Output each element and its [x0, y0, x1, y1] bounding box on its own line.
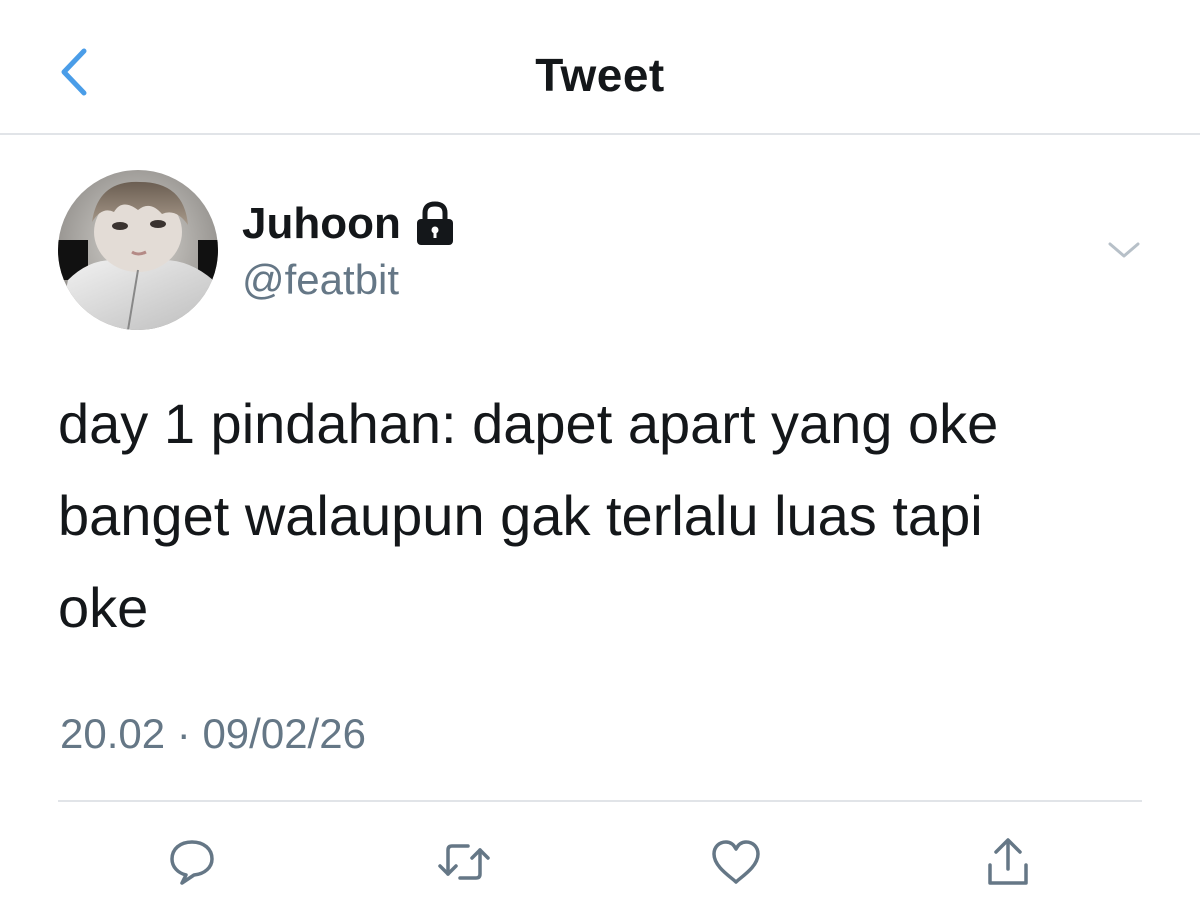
divider [58, 800, 1142, 802]
page-title: Tweet [535, 49, 665, 101]
author-name-row: Juhoon [242, 196, 457, 252]
share-button[interactable] [976, 830, 1040, 894]
tweet-timestamp: 20.02 · 09/02/26 [60, 710, 366, 758]
meta-separator: · [176, 710, 191, 757]
reply-button[interactable] [160, 830, 224, 894]
tweet-text: day 1 pindahan: dapet apart yang oke ban… [58, 392, 999, 639]
author-handle[interactable]: @featbit [242, 256, 399, 304]
tweet-detail-screen: Tweet Juhoon @featbit day 1 pindahan: da… [0, 0, 1200, 923]
lock-icon [413, 200, 457, 248]
profile-photo [58, 170, 218, 330]
retweet-icon [438, 844, 490, 880]
tweet-menu-button[interactable] [1100, 226, 1148, 274]
like-button[interactable] [704, 830, 768, 894]
chevron-down-icon [1108, 242, 1140, 258]
action-bar [0, 830, 1200, 900]
share-icon [988, 838, 1028, 885]
navigation-header: Tweet [0, 0, 1200, 135]
like-icon [712, 840, 760, 884]
tweet-time: 20.02 [60, 710, 166, 757]
tweet-date: 09/02/26 [202, 710, 366, 757]
author-name[interactable]: Juhoon [242, 199, 401, 249]
reply-icon [170, 840, 214, 885]
retweet-button[interactable] [432, 830, 496, 894]
avatar[interactable] [58, 170, 218, 330]
